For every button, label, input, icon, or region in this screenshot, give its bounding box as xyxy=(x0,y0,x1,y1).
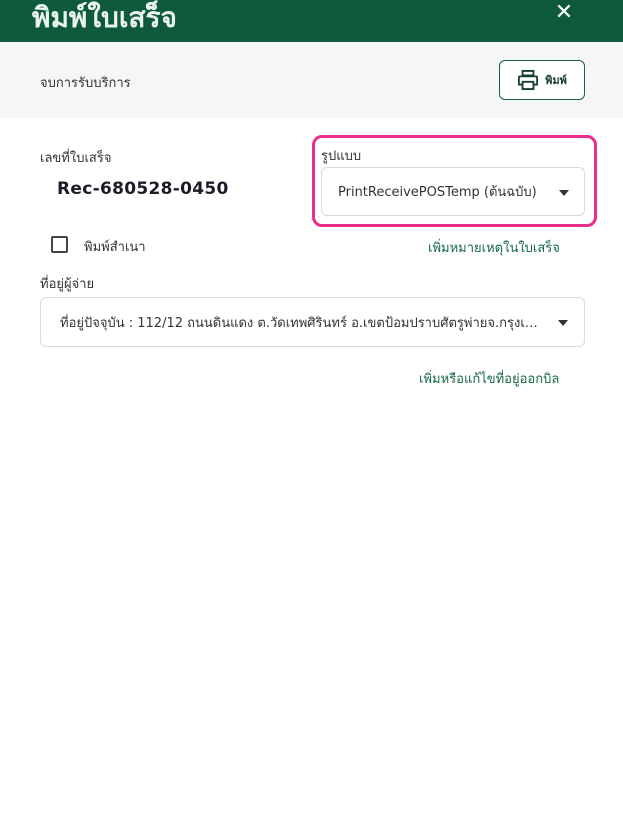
action-bar: จบการรับบริการ พิมพ์ xyxy=(0,42,623,118)
chevron-down-icon xyxy=(558,320,568,326)
payer-address-label: ที่อยู่ผู้จ่าย xyxy=(40,277,95,292)
payer-address-select[interactable]: ที่อยู่ปัจจุบัน : 112/12 ถนนดินแดง ต.วัด… xyxy=(40,297,585,347)
printer-icon xyxy=(518,70,539,90)
service-status-label: จบการรับบริการ xyxy=(40,76,131,91)
edit-billing-address-link[interactable]: เพิ่มหรือแก้ไขที่อยู่ออกบิล xyxy=(419,368,559,389)
format-label: รูปแบบ xyxy=(321,149,362,164)
chevron-down-icon xyxy=(559,190,569,196)
receipt-number-label: เลขที่ใบเสร็จ xyxy=(40,151,112,166)
receipt-number: Rec-680528-0450 xyxy=(57,179,229,199)
format-select[interactable]: PrintReceivePOSTemp (ต้นฉบับ) xyxy=(321,167,585,216)
close-icon[interactable]: ✕ xyxy=(553,0,575,26)
print-copy-checkbox[interactable] xyxy=(51,236,68,253)
print-button[interactable]: พิมพ์ xyxy=(499,60,585,100)
dialog-title: พิมพ์ใบเสร็จ xyxy=(32,1,177,34)
format-select-value: PrintReceivePOSTemp (ต้นฉบับ) xyxy=(338,185,537,200)
payer-address-value: ที่อยู่ปัจจุบัน : 112/12 ถนนดินแดง ต.วัด… xyxy=(60,315,540,331)
add-note-link[interactable]: เพิ่มหมายเหตุในใบเสร็จ xyxy=(428,237,560,258)
print-button-label: พิมพ์ xyxy=(545,74,567,87)
dialog-header: พิมพ์ใบเสร็จ ✕ xyxy=(0,0,623,42)
print-copy-label: พิมพ์สำเนา xyxy=(84,240,146,255)
